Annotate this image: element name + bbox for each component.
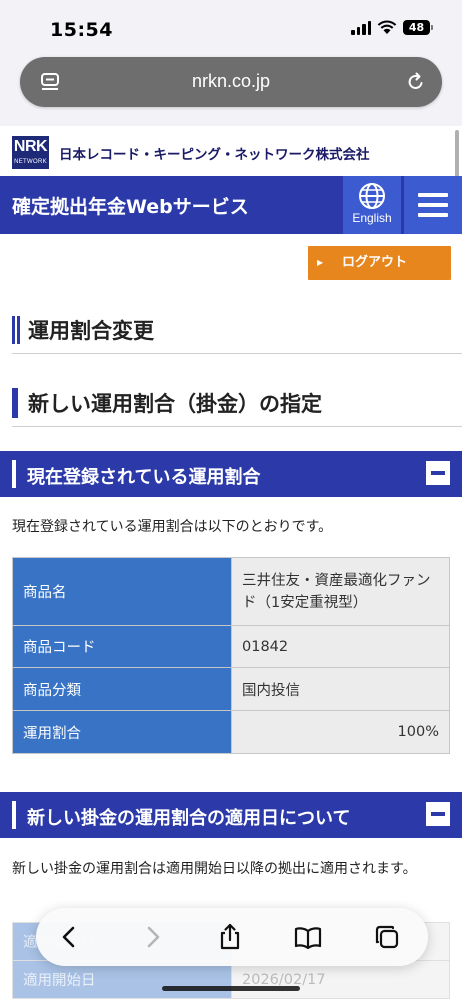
company-name: 日本レコード・キーピング・ネットワーク株式会社 (59, 147, 370, 163)
service-title: 確定拠出年金Webサービス (12, 196, 249, 218)
back-icon[interactable] (56, 923, 84, 951)
table-header-cell: 運用割合 (12, 710, 232, 754)
status-bar: 15:54 48 (0, 0, 462, 52)
page-heading: 運用割合変更 (12, 312, 462, 354)
tabs-icon[interactable] (373, 923, 401, 951)
cellular-signal-icon (351, 20, 371, 35)
current-allocation-table: 商品名 三井住友・資産最適化ファンド（1安定重視型） 商品コード 01842 商… (12, 557, 450, 754)
table-row: 運用割合 100% (12, 710, 450, 754)
english-button[interactable]: English (343, 176, 401, 234)
table-value-cell: 01842 (231, 625, 450, 668)
collapse-icon[interactable] (426, 461, 450, 485)
section-accent (12, 460, 16, 488)
status-icons: 48 (351, 20, 433, 35)
share-icon[interactable] (216, 923, 244, 951)
url-text: nrkn.co.jp (191, 71, 271, 91)
table-row: 商品分類 国内投信 (12, 667, 450, 711)
table-row: 商品名 三井住友・資産最適化ファンド（1安定重視型） (12, 557, 450, 626)
apply-date-title: 新しい掛金の運用割合の適用日について (27, 808, 351, 829)
page-title: 運用割合変更 (28, 319, 154, 343)
logout-label: ログアウト (342, 255, 408, 270)
table-value-cell: 三井住友・資産最適化ファンド（1安定重視型） (231, 557, 450, 626)
current-allocation-section-header: 現在登録されている運用割合 (0, 451, 462, 497)
forward-icon[interactable] (138, 923, 166, 951)
apply-date-description: 新しい掛金の運用割合は適用開始日以降の拠出に適用されます。 (12, 861, 417, 877)
address-bar[interactable]: nrkn.co.jp (20, 57, 442, 107)
service-header: 確定拠出年金Webサービス English (0, 176, 462, 234)
hamburger-menu-icon (418, 193, 448, 217)
english-label: English (352, 211, 392, 225)
table-row: 適用開始日 2026/02/17 (12, 960, 450, 999)
status-time: 15:54 (50, 19, 113, 41)
table-row: 商品コード 01842 (12, 625, 450, 668)
table-value-cell: 2026/02/17 (231, 960, 450, 999)
nrk-logo[interactable]: NRK NETWORK (12, 136, 49, 169)
wifi-icon (377, 20, 397, 34)
sub-heading-accent (12, 388, 18, 418)
table-header-cell: 適用開始日 (12, 960, 232, 999)
browser-bottom-toolbar (36, 908, 428, 966)
table-value-cell: 100% (231, 710, 450, 754)
browser-toolbar: nrkn.co.jp (0, 52, 462, 126)
sub-title: 新しい運用割合（掛金）の指定 (28, 392, 322, 416)
globe-icon (359, 183, 385, 209)
apply-date-section-header: 新しい掛金の運用割合の適用日について (0, 792, 462, 838)
battery-icon: 48 (403, 20, 433, 35)
table-header-cell: 商品コード (12, 625, 232, 668)
logout-button[interactable]: ▶ ログアウト (308, 246, 451, 280)
current-allocation-description: 現在登録されている運用割合は以下のとおりです。 (12, 519, 333, 535)
site-logo-row: NRK NETWORK 日本レコード・キーピング・ネットワーク株式会社 (0, 126, 462, 176)
triangle-right-icon: ▶ (317, 258, 324, 267)
section-accent (12, 801, 16, 829)
collapse-icon[interactable] (426, 802, 450, 826)
reload-icon[interactable] (406, 71, 426, 93)
heading-accent (12, 316, 20, 344)
table-value-cell: 国内投信 (231, 667, 450, 711)
home-indicator[interactable] (162, 986, 300, 991)
sub-heading: 新しい運用割合（掛金）の指定 (12, 385, 462, 427)
current-allocation-title: 現在登録されている運用割合 (27, 467, 261, 488)
menu-button[interactable] (404, 176, 462, 234)
table-header-cell: 商品名 (12, 557, 232, 626)
table-header-cell: 商品分類 (12, 667, 232, 711)
bookmarks-icon[interactable] (294, 923, 322, 951)
